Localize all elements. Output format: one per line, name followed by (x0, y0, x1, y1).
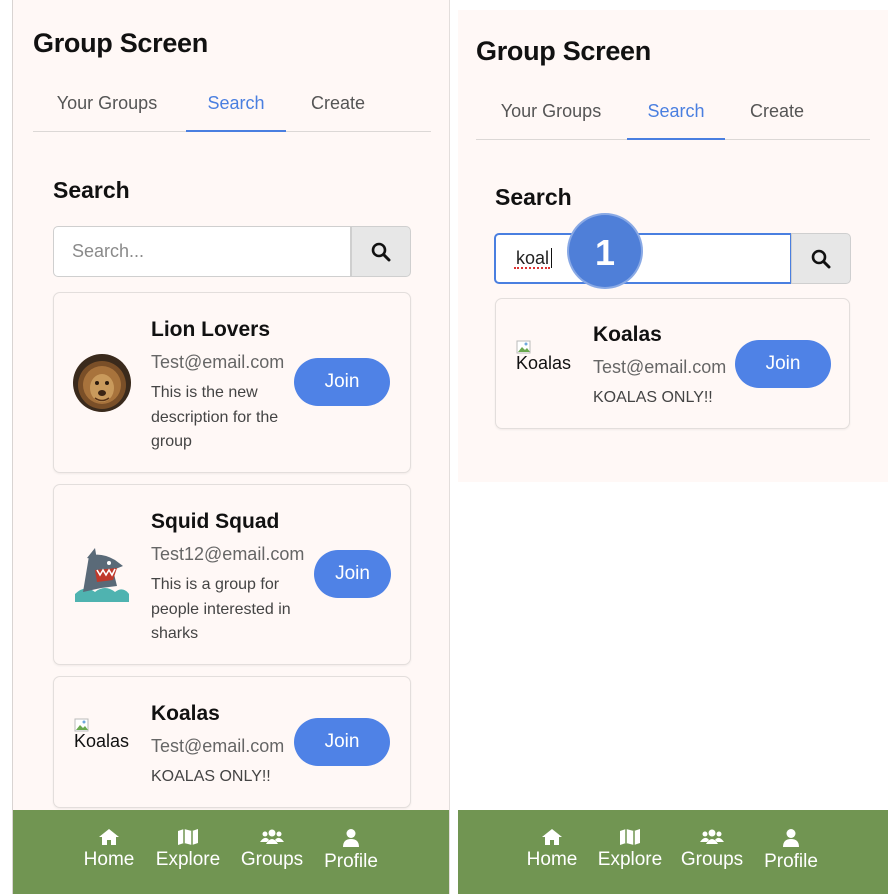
join-button[interactable]: Join (294, 358, 390, 406)
text-caret (551, 248, 552, 268)
group-avatar-broken: Koalas (74, 717, 144, 761)
group-name: Koalas (593, 323, 662, 346)
step-marker: 1 (567, 213, 643, 289)
right-screen: Group Screen Your Groups Search Create S… (458, 0, 890, 894)
bottom-nav: Home Explore Groups Profile (13, 810, 449, 894)
search-bar (53, 226, 411, 277)
left-screen: Group Screen Your Groups Search Create S… (12, 0, 450, 894)
search-heading: Search (495, 184, 572, 210)
join-button[interactable]: Join (294, 718, 390, 766)
spellcheck-underline (514, 267, 550, 269)
search-button[interactable] (791, 233, 851, 284)
group-card: Squid Squad Test12@email.com This is a g… (53, 484, 411, 665)
tab-search[interactable]: Search (186, 90, 286, 132)
search-button[interactable] (351, 226, 411, 277)
group-name: Koalas (151, 702, 220, 725)
tab-bar: Your Groups Search Create (476, 98, 870, 140)
search-bar (494, 233, 851, 284)
image-alt-text: Koalas (74, 731, 130, 751)
search-input[interactable] (53, 226, 351, 277)
group-description: This is a group for people interested in… (151, 576, 291, 642)
page-title: Group Screen (476, 36, 651, 66)
tab-search[interactable]: Search (627, 98, 725, 140)
group-description: KOALAS ONLY!! (593, 389, 713, 406)
search-icon (811, 249, 831, 268)
group-email: Test12@email.com (151, 544, 305, 564)
bottom-nav: Home Explore Groups Profile (458, 810, 888, 894)
nav-home[interactable]: Home (79, 828, 139, 871)
join-button[interactable]: Join (735, 340, 831, 388)
group-email: Test@email.com (151, 352, 285, 372)
group-avatar-lion (73, 354, 131, 412)
tab-create[interactable]: Create (734, 98, 820, 140)
search-input[interactable] (494, 233, 792, 284)
nav-groups[interactable]: Groups (677, 828, 747, 871)
search-heading: Search (53, 177, 130, 203)
group-card: Lion Lovers Test@email.com This is the n… (53, 292, 411, 473)
group-name: Lion Lovers (151, 318, 271, 341)
users-icon (700, 829, 724, 844)
group-card: Koalas Koalas Test@email.com KOALAS ONLY… (53, 676, 411, 808)
search-icon (371, 242, 391, 261)
tab-create[interactable]: Create (295, 90, 381, 132)
nav-explore[interactable]: Explore (593, 828, 667, 871)
group-avatar-shark (73, 546, 131, 604)
group-avatar-broken: Koalas (516, 339, 586, 383)
join-button[interactable]: Join (314, 550, 391, 598)
tab-your-groups[interactable]: Your Groups (476, 98, 626, 140)
user-icon (343, 829, 359, 847)
group-card: Koalas Koalas Test@email.com KOALAS ONLY… (495, 298, 850, 429)
users-icon (260, 829, 284, 844)
group-email: Test@email.com (593, 357, 727, 377)
group-description: KOALAS ONLY!! (151, 768, 271, 785)
image-alt-text: Koalas (516, 353, 572, 373)
user-icon (783, 829, 799, 847)
tab-bar: Your Groups Search Create (33, 90, 431, 132)
group-email: Test@email.com (151, 736, 285, 756)
group-name: Squid Squad (151, 510, 280, 533)
nav-profile[interactable]: Profile (319, 828, 383, 873)
tab-your-groups[interactable]: Your Groups (33, 90, 181, 132)
map-icon (178, 829, 198, 845)
page-title: Group Screen (33, 28, 208, 58)
home-icon (99, 829, 119, 845)
nav-home[interactable]: Home (522, 828, 582, 871)
nav-explore[interactable]: Explore (151, 828, 225, 871)
nav-profile[interactable]: Profile (759, 828, 823, 873)
home-icon (542, 829, 562, 845)
map-icon (620, 829, 640, 845)
group-description: This is the new description for the grou… (151, 384, 279, 450)
nav-groups[interactable]: Groups (237, 828, 307, 871)
